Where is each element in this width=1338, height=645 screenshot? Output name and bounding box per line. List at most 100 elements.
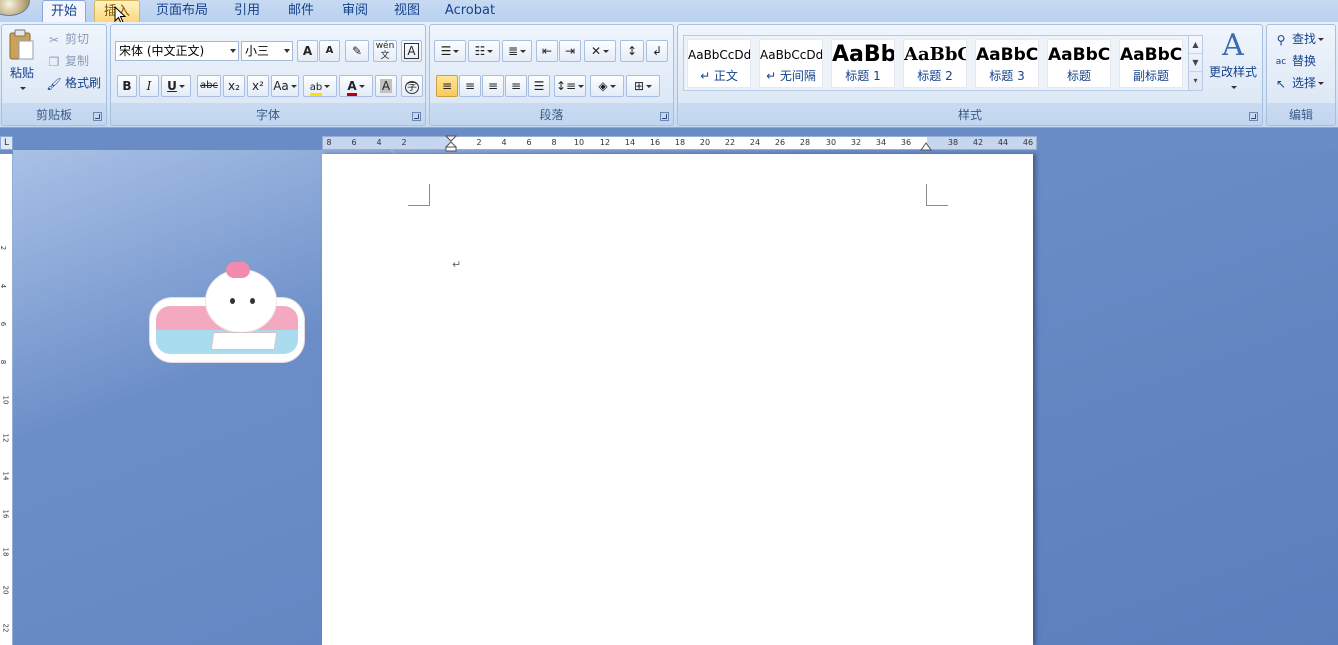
tab-mailings[interactable]: 邮件 (280, 0, 322, 22)
grow-font-button[interactable]: A (297, 40, 318, 62)
tab-references[interactable]: 引用 (226, 0, 268, 22)
style-name: ↵ 正文 (700, 69, 738, 83)
format-painter-button[interactable]: 🖌 格式刷 (46, 73, 101, 93)
change-styles-label: 更改样式 (1208, 65, 1257, 79)
align-left-button[interactable]: ≡ (436, 75, 458, 97)
sticker-image (150, 260, 304, 364)
copy-button[interactable]: ❐ 复制 (46, 51, 89, 71)
font-size-combo[interactable]: 小三 (241, 41, 293, 61)
decrease-indent-button[interactable]: ⇤ (536, 40, 558, 62)
ruler-tick-label: 36 (900, 138, 912, 147)
gallery-scroll[interactable]: ▲ ▼ ▾ (1188, 36, 1202, 90)
ruler-tick-label: 10 (573, 138, 585, 147)
line-spacing-button[interactable]: ↕≡ (554, 75, 586, 97)
change-case-button[interactable]: Aa (271, 75, 299, 97)
char-border-button[interactable]: A (401, 40, 422, 62)
paragraph-launcher-icon[interactable] (660, 112, 669, 121)
style-sample: AaBbCcDd (688, 48, 750, 62)
pointer-icon: ↖ (1275, 76, 1287, 91)
font-launcher-icon[interactable] (412, 112, 421, 121)
group-label-paragraph: 段落 (539, 108, 564, 122)
align-right-button[interactable]: ≡ (482, 75, 504, 97)
styles-launcher-icon[interactable] (1249, 112, 1258, 121)
tab-acrobat[interactable]: Acrobat (440, 0, 500, 22)
show-marks-button[interactable]: ↲ (646, 40, 668, 62)
font-name-value: 宋体 (中文正文) (119, 44, 205, 58)
increase-indent-button[interactable]: ⇥ (559, 40, 581, 62)
italic-button[interactable]: I (139, 75, 159, 97)
bullet-list-icon: ☰ (440, 44, 452, 58)
highlight-button[interactable]: ab (303, 75, 337, 97)
scroll-down-icon[interactable]: ▼ (1189, 54, 1202, 72)
superscript-button[interactable]: x² (247, 75, 269, 97)
char-border-icon: A (404, 43, 419, 59)
chinese-layout-icon: ✕ (590, 44, 602, 58)
tab-review[interactable]: 审阅 (334, 0, 376, 22)
style-normal[interactable]: AaBbCcDd ↵ 正文 (687, 39, 751, 88)
underline-button[interactable]: U (161, 75, 191, 97)
distributed-icon: ☰ (533, 79, 545, 93)
change-styles-button[interactable]: A 更改样式 (1206, 29, 1260, 94)
shading-button[interactable]: ◈ (590, 75, 624, 97)
ruler-tick-label: 6 (351, 138, 357, 147)
shrink-font-button[interactable]: A (319, 40, 340, 62)
style-name: 标题 (1066, 69, 1091, 83)
subscript-button[interactable]: x₂ (223, 75, 245, 97)
more-styles-icon[interactable]: ▾ (1189, 72, 1202, 90)
font-color-button[interactable]: A (339, 75, 373, 97)
ruler-tick-label: 8 (326, 138, 332, 147)
align-center-button[interactable]: ≡ (459, 75, 481, 97)
style-heading-2[interactable]: AaBbC 标题 2 (903, 39, 967, 88)
cut-label: 剪切 (65, 32, 90, 46)
multilevel-list-icon: ≣ (507, 44, 519, 58)
paste-button[interactable]: 粘贴 (7, 29, 37, 95)
style-no-spacing[interactable]: AaBbCcDd ↵ 无间隔 (759, 39, 823, 88)
chinese-layout-button[interactable]: ✕ (584, 40, 616, 62)
horizontal-ruler[interactable]: 8 6 4 2 2 4 6 8 10 12 14 16 18 20 22 24 26 28 30 32 34 36 38 42… (322, 135, 1037, 153)
office-button[interactable] (0, 0, 30, 16)
font-size-value: 小三 (245, 44, 270, 58)
distributed-button[interactable]: ☰ (528, 75, 550, 97)
phonetic-guide-button[interactable]: wén 文 (373, 40, 397, 62)
vertical-ruler[interactable]: 2 4 6 8 10 12 14 16 18 20 22 (0, 154, 13, 645)
document-page[interactable]: ↵ (322, 154, 1033, 645)
tab-stop-selector[interactable]: L (0, 136, 13, 150)
numbering-button[interactable]: ☷ (468, 40, 500, 62)
style-sample: AaBb (832, 42, 894, 67)
tab-home[interactable]: 开始 (42, 0, 86, 22)
vruler-tick-label: 12 (1, 433, 10, 443)
ruler-tick-label: 6 (526, 138, 532, 147)
style-title[interactable]: AaBbC 标题 (1047, 39, 1111, 88)
right-indent-marker-icon[interactable] (920, 140, 932, 151)
enclose-char-button[interactable]: 字 (401, 75, 423, 97)
sort-button[interactable]: ↕ (620, 40, 644, 62)
font-name-combo[interactable]: 宋体 (中文正文) (115, 41, 239, 61)
phonetic-label: wén (375, 41, 395, 51)
style-name: 副标题 (1132, 69, 1169, 83)
find-button[interactable]: ⚲ 查找 (1273, 29, 1325, 49)
align-center-icon: ≡ (464, 79, 476, 93)
indent-marker-icon[interactable] (445, 135, 457, 153)
bold-button[interactable]: B (117, 75, 137, 97)
scroll-up-icon[interactable]: ▲ (1189, 36, 1202, 54)
replace-button[interactable]: ac 替换 (1273, 51, 1316, 71)
tab-page-layout[interactable]: 页面布局 (150, 0, 214, 22)
multilevel-list-button[interactable]: ≣ (502, 40, 532, 62)
style-heading-1[interactable]: AaBb 标题 1 (831, 39, 895, 88)
binoculars-icon: ⚲ (1276, 32, 1286, 47)
char-shading-button[interactable]: A (375, 75, 397, 97)
paintbrush-icon: 🖌 (46, 76, 62, 91)
select-button[interactable]: ↖ 选择 (1273, 73, 1325, 93)
clipboard-launcher-icon[interactable] (93, 112, 102, 121)
clear-format-button[interactable]: ✎ (345, 40, 369, 62)
tab-view[interactable]: 视图 (386, 0, 428, 22)
bullets-button[interactable]: ☰ (434, 40, 466, 62)
vruler-tick-label: 20 (1, 585, 10, 595)
style-subtitle[interactable]: AaBbC 副标题 (1119, 39, 1183, 88)
cut-button[interactable]: ✂ 剪切 (46, 29, 89, 49)
borders-button[interactable]: ⊞ (626, 75, 660, 97)
style-heading-3[interactable]: AaBbC 标题 3 (975, 39, 1039, 88)
group-label-styles: 样式 (957, 108, 982, 122)
justify-button[interactable]: ≡ (505, 75, 527, 97)
strikethrough-button[interactable]: abc (197, 75, 221, 97)
